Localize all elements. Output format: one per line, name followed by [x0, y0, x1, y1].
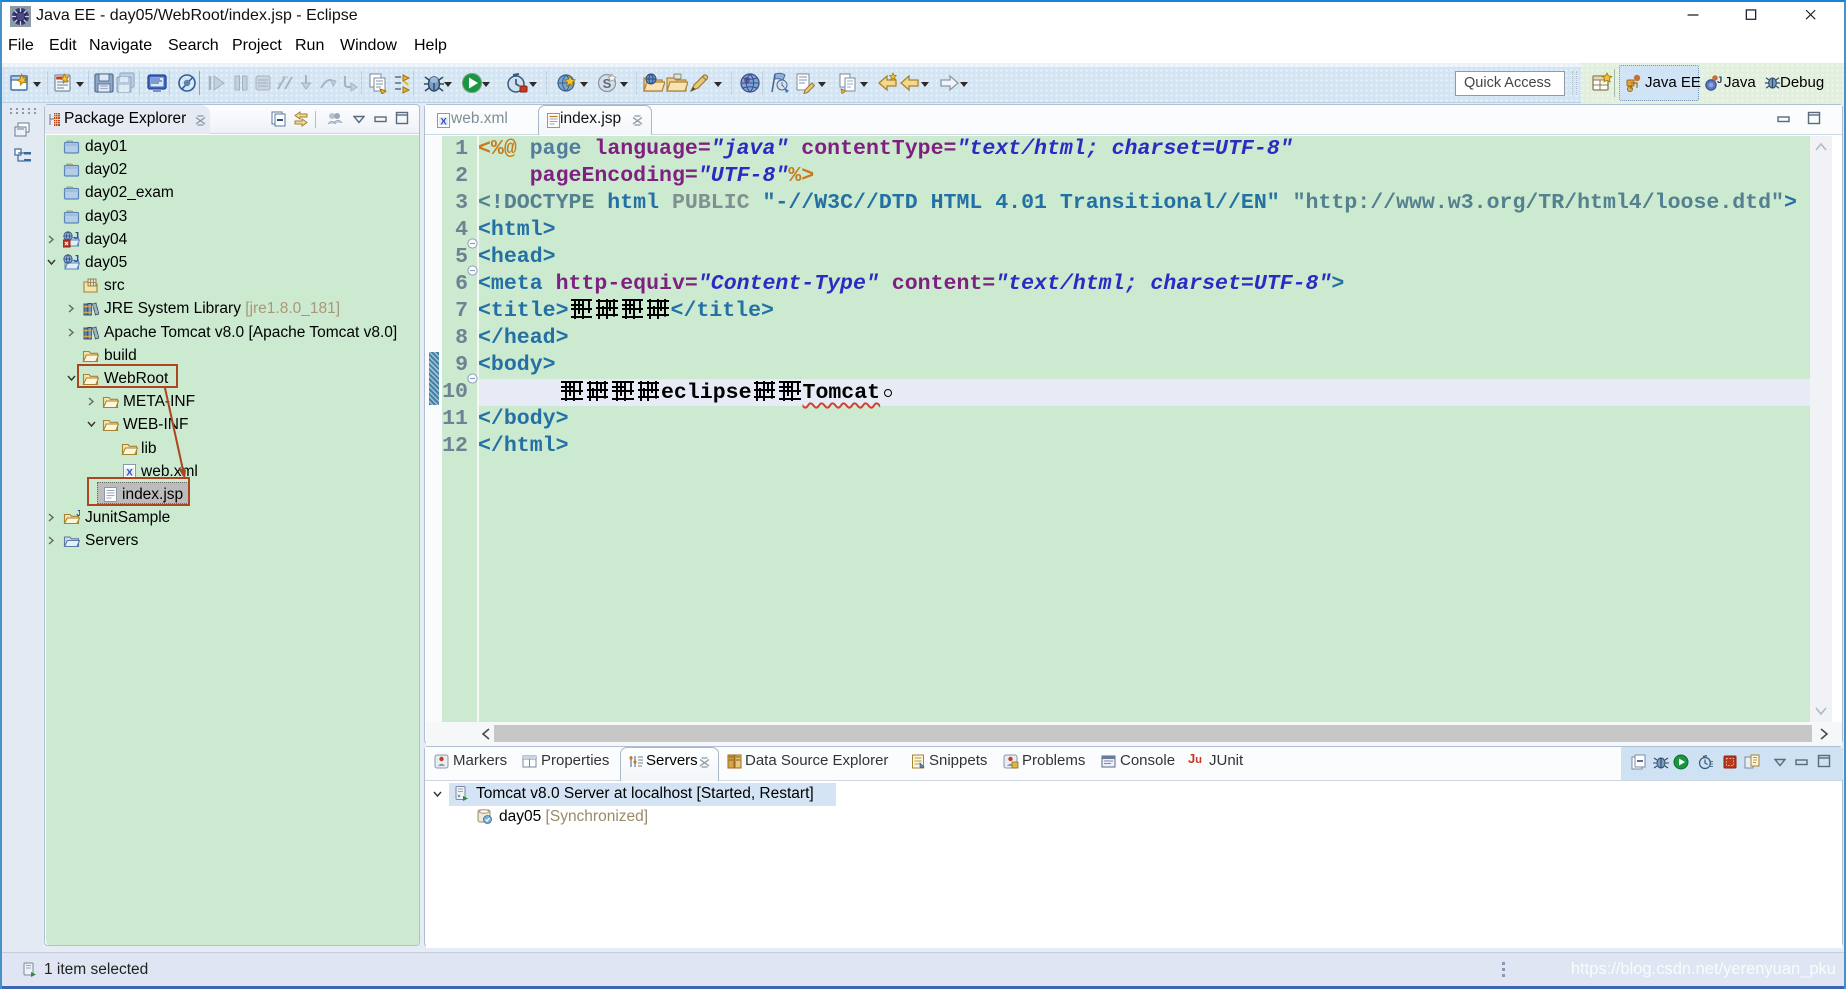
svg-text:J: J	[1717, 75, 1722, 86]
